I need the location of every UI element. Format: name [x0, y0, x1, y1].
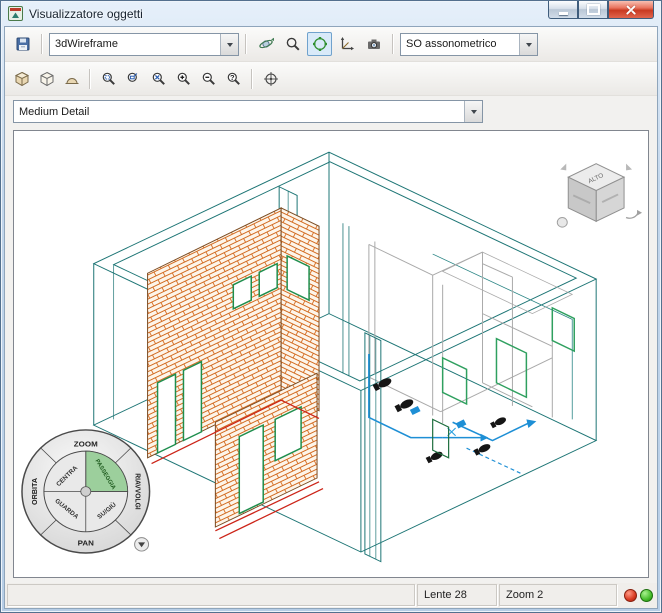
viewcube-home-icon[interactable]: [556, 217, 568, 228]
view-toolbar: ?: [5, 62, 657, 96]
object-viewer-window: Visualizzatore oggetti 3dWireframe SO as…: [0, 0, 662, 613]
combo-arrow-button[interactable]: [519, 33, 537, 55]
view-preset-combo[interactable]: SO assonometrico: [400, 32, 538, 56]
constrained-orbit-button[interactable]: [307, 32, 332, 56]
combo-arrow-button[interactable]: [220, 33, 238, 55]
camera-button[interactable]: [361, 32, 386, 56]
wheel-label-riavvolgi[interactable]: RIAVVOLGI: [134, 473, 141, 510]
green-led-icon: [640, 588, 653, 602]
minimize-icon: [558, 11, 568, 15]
cube-wire-icon: [40, 71, 53, 86]
steering-wheel[interactable]: ZOOM PAN ORBITA RIAVVOLGI CENTRA PASSEGG…: [21, 429, 151, 554]
brick-walls: [147, 207, 320, 528]
viewport[interactable]: ALTO ZOOM PAN ORBITA RIAVVOLGI CENTRA PA…: [13, 130, 649, 578]
app-icon: [8, 6, 23, 21]
viewcube[interactable]: ALTO: [556, 163, 643, 228]
zoom-out-icon: [202, 72, 215, 85]
view-dome-button[interactable]: [60, 68, 83, 90]
zoom-window-icon: [102, 72, 115, 85]
wheel-menu-button[interactable]: [134, 537, 150, 552]
status-bar: Lente 28 Zoom 2: [5, 583, 657, 608]
chevron-down-icon: [470, 110, 477, 117]
camera-icon: [367, 39, 380, 49]
wheel-label-pan[interactable]: PAN: [78, 538, 95, 547]
status-lens-cell: Lente 28: [417, 584, 497, 606]
orbit-button[interactable]: [253, 32, 278, 56]
window-controls: [548, 1, 654, 19]
zoom-extents-icon: [152, 72, 165, 85]
toolbar-separator: [245, 34, 247, 54]
zoom-extents-button[interactable]: [147, 68, 170, 90]
zoom-in-icon: [177, 72, 190, 85]
minimize-button[interactable]: [548, 1, 578, 19]
orbit-icon: [258, 37, 274, 49]
status-led-area: [619, 584, 655, 606]
detail-combo[interactable]: Medium Detail: [13, 100, 483, 123]
viewcube-rotate-arrow[interactable]: [626, 163, 633, 171]
toolbar-separator: [251, 68, 253, 89]
combo-arrow-button[interactable]: [464, 101, 482, 122]
viewcube-rotate-arrow[interactable]: [560, 163, 567, 171]
interior-partitions: [368, 241, 574, 424]
ucs-axes-icon: [340, 37, 354, 51]
toolbar-separator: [41, 34, 43, 54]
red-led-icon: [624, 588, 637, 602]
visual-style-value: 3dWireframe: [55, 38, 118, 50]
status-zoom-cell: Zoom 2: [499, 584, 617, 606]
ucs-button[interactable]: [334, 32, 359, 56]
svg-text:?: ?: [230, 73, 235, 82]
view-parallel-button[interactable]: [10, 68, 33, 90]
visual-style-combo[interactable]: 3dWireframe: [49, 32, 239, 56]
constrained-orbit-icon: [312, 37, 327, 51]
view-preset-value: SO assonometrico: [406, 38, 497, 50]
magnifier-icon: [286, 37, 300, 51]
wheel-label-orbita[interactable]: ORBITA: [30, 477, 39, 505]
zoom-tool-button[interactable]: [280, 32, 305, 56]
status-message-cell: [7, 584, 415, 606]
dialog-body: 3dWireframe SO assonometrico ? Medium De…: [4, 26, 658, 609]
toolbar-separator: [392, 34, 394, 54]
wheel-label-zoom[interactable]: ZOOM: [74, 439, 98, 448]
main-toolbar: 3dWireframe SO assonometrico: [5, 27, 657, 62]
center-view-icon: [263, 71, 278, 86]
close-button[interactable]: [608, 1, 654, 19]
zoom-dynamic-button[interactable]: [122, 68, 145, 90]
view-perspective-button[interactable]: [35, 68, 58, 90]
chevron-down-icon: [525, 42, 532, 50]
zoom-help-button[interactable]: ?: [222, 68, 245, 90]
cube-shaded-icon: [14, 71, 29, 86]
save-icon: [16, 37, 29, 51]
dome-icon: [65, 77, 78, 84]
close-icon: [625, 4, 637, 16]
save-button[interactable]: [10, 32, 35, 56]
maximize-icon: [586, 4, 600, 15]
zoom-help-icon: ?: [227, 72, 240, 85]
zoom-dynamic-icon: [127, 72, 137, 82]
zoom-out-button[interactable]: [197, 68, 220, 90]
center-view-button[interactable]: [259, 68, 282, 90]
detail-row: Medium Detail: [5, 96, 657, 127]
zoom-in-button[interactable]: [172, 68, 195, 90]
zoom-window-button[interactable]: [97, 68, 120, 90]
toolbar-separator: [89, 68, 91, 89]
maximize-button[interactable]: [578, 1, 608, 19]
chevron-down-icon: [226, 42, 233, 50]
detail-value: Medium Detail: [19, 105, 90, 118]
viewcube-roll-arrow[interactable]: [625, 212, 639, 219]
